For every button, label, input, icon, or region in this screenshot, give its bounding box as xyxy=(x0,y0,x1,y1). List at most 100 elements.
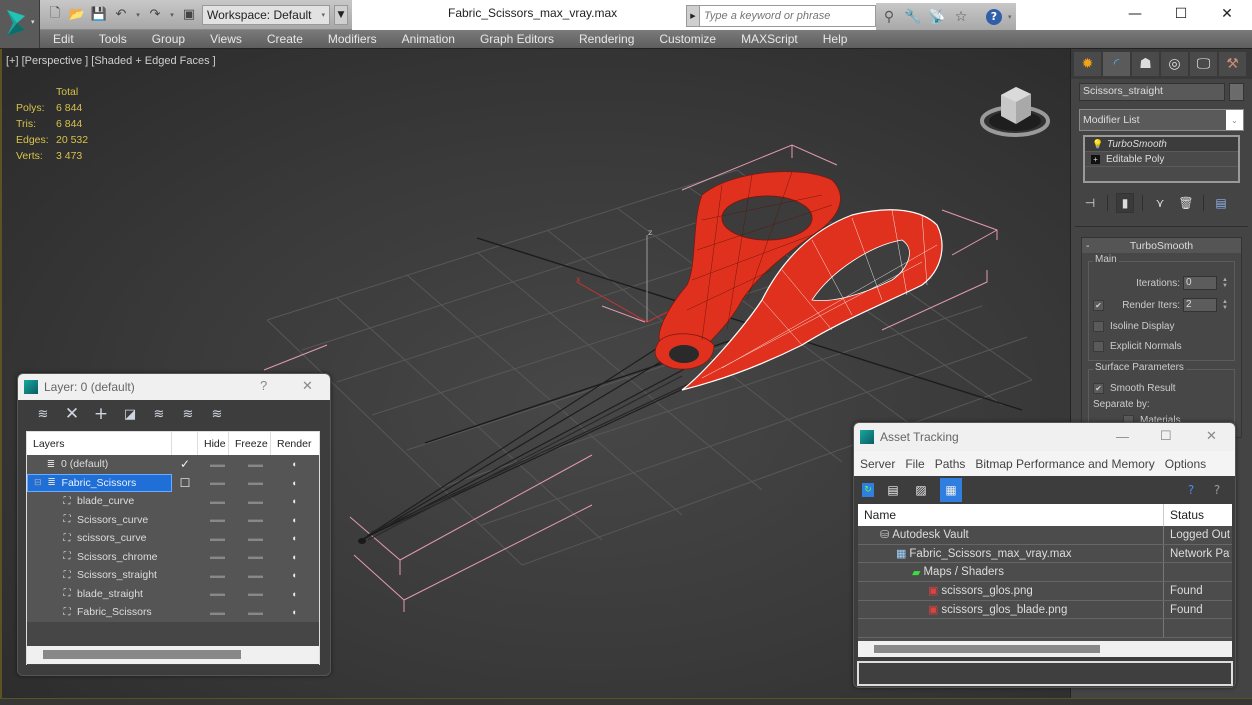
search-input[interactable] xyxy=(700,5,876,27)
create-layer-icon[interactable]: ≋ xyxy=(34,405,52,423)
stack-item-editable-poly[interactable]: + Editable Poly xyxy=(1085,152,1238,167)
close-button[interactable]: ✕ xyxy=(1206,428,1217,444)
stack-item-turbosmooth[interactable]: 💡 TurboSmooth xyxy=(1085,137,1238,152)
freeze-toggle[interactable]: ▬▬ xyxy=(236,608,274,617)
layer-name-cell[interactable]: ⛶ Scissors_curve xyxy=(27,511,172,530)
iterations-input[interactable]: 0 xyxy=(1183,276,1217,290)
asset-row[interactable]: ▰ Maps / Shaders xyxy=(858,563,1232,583)
dialog-title-bar[interactable]: Layer: 0 (default) ? ✕ xyxy=(18,374,330,400)
help-icon[interactable]: ? xyxy=(986,8,1002,25)
maximize-button[interactable]: ☐ xyxy=(1160,428,1172,444)
object-color-swatch[interactable] xyxy=(1229,83,1244,101)
layer-name-cell[interactable]: ⛶ blade_curve xyxy=(27,492,172,511)
star-icon[interactable]: ☆ xyxy=(952,8,970,26)
hide-toggle[interactable]: ▬▬ xyxy=(198,552,236,561)
layer-row[interactable]: ⛶ blade_straight ▬▬ ▬▬ ◖ xyxy=(27,584,319,604)
new-file-icon[interactable]: 🗋 xyxy=(46,6,64,24)
column-header-layers[interactable]: Layers xyxy=(27,432,172,455)
hide-layers-icon[interactable]: ≋ xyxy=(179,405,197,423)
binoculars-icon[interactable]: ⚲ xyxy=(880,8,898,26)
remove-modifier-icon[interactable]: 🗑 xyxy=(1177,193,1195,213)
layer-row[interactable]: ⛶ scissors_curve ▬▬ ▬▬ ◖ xyxy=(27,529,319,548)
viewport-label[interactable]: [+] [Perspective ] [Shaded + Edged Faces… xyxy=(6,55,216,67)
teapot-render-icon[interactable]: ◖ xyxy=(274,515,314,525)
freeze-toggle[interactable]: ▬▬ xyxy=(236,571,274,580)
layer-row[interactable]: ⊟ ≣ Fabric_Scissors ☐ ▬▬ ▬▬ ◖ xyxy=(27,473,319,492)
asset-row[interactable]: ▣ scissors_glos.png Found xyxy=(858,582,1232,601)
freeze-toggle[interactable]: ▬▬ xyxy=(236,497,274,506)
spinner-arrows[interactable]: ▲ ▼ xyxy=(1220,277,1230,289)
utilities-tab[interactable]: ⚒ xyxy=(1219,52,1246,76)
menu-tools[interactable]: Tools xyxy=(99,32,127,46)
asset-path-field[interactable] xyxy=(857,661,1233,686)
help-button[interactable]: ? xyxy=(260,378,267,393)
customize-toolbar-button[interactable]: ▼ xyxy=(334,4,348,25)
configure-modifier-sets-icon[interactable]: ▤ xyxy=(1212,193,1230,213)
column-header-name[interactable]: Name xyxy=(858,504,1164,526)
layer-row[interactable]: ⛶ Scissors_straight ▬▬ ▬▬ ◖ xyxy=(27,566,319,585)
layer-row[interactable]: ⛶ blade_curve ▬▬ ▬▬ ◖ xyxy=(27,492,319,511)
layer-name-cell[interactable]: ⊟ ≣ Fabric_Scissors xyxy=(27,473,172,492)
create-tab[interactable]: ✹ xyxy=(1074,52,1101,76)
freeze-toggle[interactable]: ▬▬ xyxy=(236,515,274,524)
application-menu-button[interactable]: ▾ xyxy=(0,0,40,48)
horizontal-scrollbar[interactable] xyxy=(27,646,319,664)
table-view-icon[interactable]: ▦ xyxy=(940,478,962,502)
menu-animation[interactable]: Animation xyxy=(402,32,455,46)
column-header-hide[interactable]: Hide xyxy=(198,432,229,455)
layer-name-cell[interactable]: ⛶ blade_straight xyxy=(27,585,172,604)
satellite-icon[interactable]: 📡 xyxy=(928,8,946,26)
layer-name-cell[interactable]: ⛶ Scissors_chrome xyxy=(27,548,172,567)
layer-row[interactable]: ⛶ Fabric_Scissors ▬▬ ▬▬ ◖ xyxy=(27,603,319,622)
close-button[interactable]: ✕ xyxy=(302,378,313,394)
smooth-result-checkbox[interactable]: ✔ xyxy=(1093,382,1104,394)
display-tab[interactable]: 🖵 xyxy=(1190,52,1217,76)
object-name-field[interactable]: Scissors_straight xyxy=(1079,83,1225,101)
hide-toggle[interactable]: ▬▬ xyxy=(198,534,236,543)
minimize-button[interactable]: — xyxy=(1116,429,1129,444)
layer-name-cell[interactable]: ⛶ Fabric_Scissors xyxy=(27,603,172,622)
column-header-current[interactable] xyxy=(172,432,198,455)
column-header-freeze[interactable]: Freeze xyxy=(229,432,271,455)
freeze-toggle[interactable]: ▬▬ xyxy=(236,460,274,469)
scrollbar-thumb[interactable] xyxy=(874,645,1100,653)
explicit-normals-checkbox[interactable] xyxy=(1093,340,1104,352)
save-icon[interactable]: 💾 xyxy=(90,6,108,24)
layer-row[interactable]: ⛶ Scissors_curve ▬▬ ▬▬ ◖ xyxy=(27,510,319,530)
minimize-button[interactable]: — xyxy=(1112,0,1158,28)
modify-tab[interactable]: ◜ xyxy=(1103,52,1130,76)
teapot-render-icon[interactable]: ◖ xyxy=(274,533,314,543)
menu-rendering[interactable]: Rendering xyxy=(579,32,634,46)
undo-icon[interactable]: ↶ xyxy=(112,6,130,24)
thumbnail-view-icon[interactable]: ▨ xyxy=(912,481,930,499)
collapse-icon[interactable]: ⊟ xyxy=(34,477,42,488)
asset-row[interactable]: ⛁ Autodesk Vault Logged Out xyxy=(858,526,1232,545)
freeze-toggle[interactable]: ▬▬ xyxy=(236,478,274,487)
freeze-layers-icon[interactable]: ≋ xyxy=(208,405,226,423)
render-iters-input[interactable]: 2 xyxy=(1183,298,1217,312)
scrollbar-thumb[interactable] xyxy=(43,650,241,659)
menu-paths[interactable]: Paths xyxy=(935,457,966,471)
hide-toggle[interactable]: ▬▬ xyxy=(198,608,236,617)
layer-row[interactable]: ⛶ Scissors_chrome ▬▬ ▬▬ ◖ xyxy=(27,547,319,567)
menu-views[interactable]: Views xyxy=(210,32,242,46)
help-dropdown-icon[interactable]: ▾ xyxy=(1008,13,1012,21)
menu-edit[interactable]: Edit xyxy=(53,32,74,46)
motion-tab[interactable]: ◎ xyxy=(1161,52,1188,76)
hide-toggle[interactable]: ▬▬ xyxy=(198,478,236,487)
redo-icon[interactable]: ↷ xyxy=(146,6,164,24)
list-view-icon[interactable]: ▤ xyxy=(884,481,902,499)
menu-customize[interactable]: Customize xyxy=(659,32,716,46)
menu-file[interactable]: File xyxy=(905,457,924,471)
menu-modifiers[interactable]: Modifiers xyxy=(328,32,377,46)
select-objects-icon[interactable]: ◪ xyxy=(121,405,139,423)
add-to-layer-icon[interactable]: + xyxy=(92,404,110,424)
dialog-title-bar[interactable]: Asset Tracking — ☐ ✕ xyxy=(854,423,1235,451)
column-header-render[interactable]: Render xyxy=(271,432,317,455)
rollout-header[interactable]: - TurboSmooth xyxy=(1082,238,1241,253)
current-layer-toggle[interactable]: ☐ xyxy=(172,476,198,490)
show-end-result-icon[interactable]: ▮ xyxy=(1116,193,1134,213)
render-iters-checkbox[interactable]: ✔ xyxy=(1093,299,1104,311)
layer-row[interactable]: ≣ 0 (default) ✓ ▬▬ ▬▬ ◖ xyxy=(27,455,319,474)
teapot-render-icon[interactable]: ◖ xyxy=(274,570,314,580)
